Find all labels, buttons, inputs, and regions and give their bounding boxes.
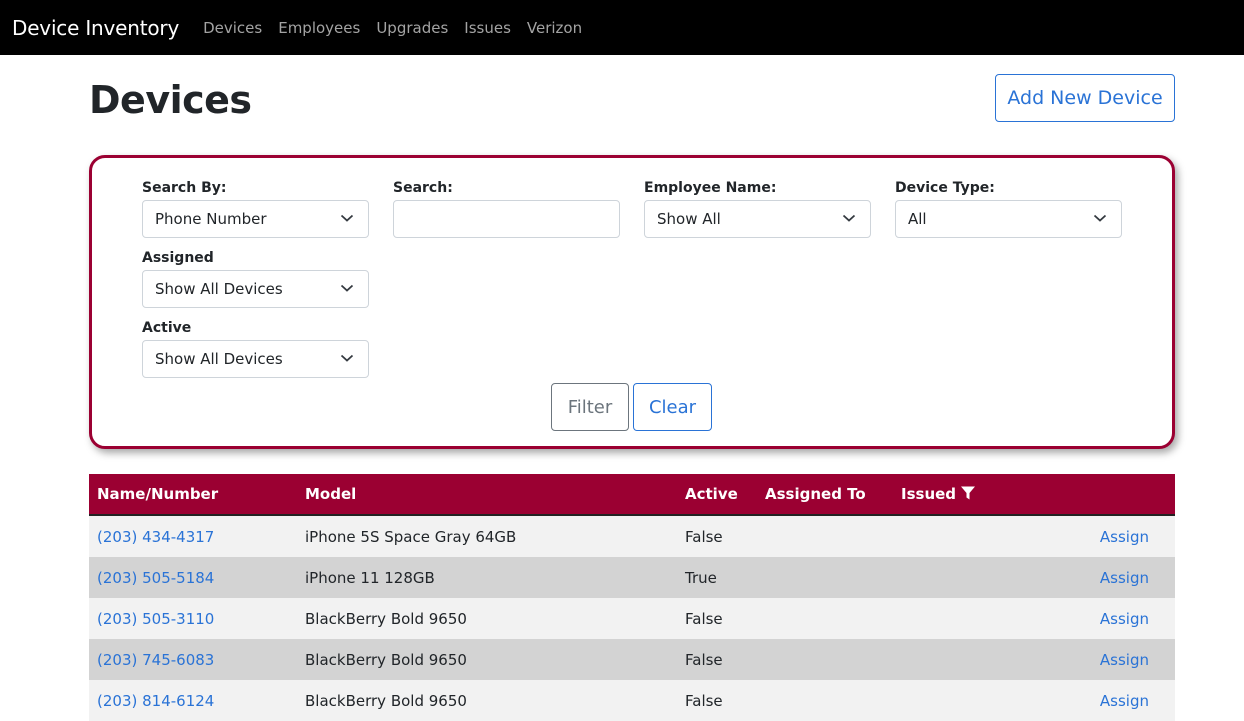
assign-link[interactable]: Assign xyxy=(1100,610,1149,628)
filter-button[interactable]: Filter xyxy=(551,383,629,431)
table-row: (203) 505-3110 BlackBerry Bold 9650 Fals… xyxy=(89,598,1175,639)
chevron-down-icon xyxy=(842,214,856,222)
search-by-select[interactable]: Phone Number xyxy=(142,200,369,238)
assign-link[interactable]: Assign xyxy=(1100,692,1149,710)
device-active: False xyxy=(685,527,723,546)
add-new-device-button[interactable]: Add New Device xyxy=(995,74,1175,122)
device-type-value: All xyxy=(908,210,927,228)
device-active: True xyxy=(685,568,717,587)
search-label: Search: xyxy=(393,180,453,196)
column-header-active[interactable]: Active xyxy=(685,485,738,503)
search-by-value: Phone Number xyxy=(155,210,267,228)
column-header-issued-label: Issued xyxy=(901,485,957,503)
device-model: BlackBerry Bold 9650 xyxy=(305,650,467,669)
search-by-group: Search By: Phone Number xyxy=(142,178,369,238)
search-by-label: Search By: xyxy=(142,180,227,196)
device-type-label: Device Type: xyxy=(895,180,995,196)
search-input[interactable] xyxy=(393,200,620,238)
employee-name-value: Show All xyxy=(657,210,721,228)
assign-link[interactable]: Assign xyxy=(1100,651,1149,669)
assign-link[interactable]: Assign xyxy=(1100,569,1149,587)
device-active: False xyxy=(685,650,723,669)
devices-table: Name/Number Model Active Assigned To Iss… xyxy=(89,474,1175,721)
nav-link-upgrades[interactable]: Upgrades xyxy=(376,19,448,37)
page-header: Devices Add New Device xyxy=(89,74,1175,124)
device-model: iPhone 5S Space Gray 64GB xyxy=(305,527,517,546)
nav-link-employees[interactable]: Employees xyxy=(278,19,360,37)
nav-link-devices[interactable]: Devices xyxy=(203,19,262,37)
device-number-link[interactable]: (203) 745-6083 xyxy=(97,651,214,669)
device-type-select[interactable]: All xyxy=(895,200,1122,238)
clear-button[interactable]: Clear xyxy=(633,383,712,431)
device-active: False xyxy=(685,691,723,710)
column-header-model[interactable]: Model xyxy=(305,485,356,503)
chevron-down-icon xyxy=(340,354,354,362)
brand-title[interactable]: Device Inventory xyxy=(12,16,179,40)
device-number-link[interactable]: (203) 505-3110 xyxy=(97,610,214,628)
assigned-value: Show All Devices xyxy=(155,280,283,298)
table-row: (203) 814-6124 BlackBerry Bold 9650 Fals… xyxy=(89,680,1175,721)
table-header: Name/Number Model Active Assigned To Iss… xyxy=(89,474,1175,516)
active-select[interactable]: Show All Devices xyxy=(142,340,369,378)
device-active: False xyxy=(685,609,723,628)
employee-name-select[interactable]: Show All xyxy=(644,200,871,238)
filter-icon[interactable] xyxy=(960,485,976,501)
search-group: Search: xyxy=(393,178,620,238)
chevron-down-icon xyxy=(1093,214,1107,222)
device-model: iPhone 11 128GB xyxy=(305,568,435,587)
active-group: Active Show All Devices xyxy=(142,318,369,378)
filter-panel: Search By: Phone Number Search: Employee… xyxy=(89,155,1175,449)
employee-name-group: Employee Name: Show All xyxy=(644,178,871,238)
chevron-down-icon xyxy=(340,214,354,222)
device-number-link[interactable]: (203) 434-4317 xyxy=(97,528,214,546)
device-model: BlackBerry Bold 9650 xyxy=(305,609,467,628)
column-header-issued[interactable]: Issued xyxy=(901,485,976,503)
assigned-label: Assigned xyxy=(142,250,214,266)
device-number-link[interactable]: (203) 814-6124 xyxy=(97,692,214,710)
top-navbar: Device Inventory Devices Employees Upgra… xyxy=(0,0,1244,55)
filter-actions: Filter Clear xyxy=(551,383,712,431)
table-row: (203) 745-6083 BlackBerry Bold 9650 Fals… xyxy=(89,639,1175,680)
nav-link-issues[interactable]: Issues xyxy=(464,19,511,37)
chevron-down-icon xyxy=(340,284,354,292)
table-row: (203) 505-5184 iPhone 11 128GB True Assi… xyxy=(89,557,1175,598)
active-value: Show All Devices xyxy=(155,350,283,368)
device-number-link[interactable]: (203) 505-5184 xyxy=(97,569,214,587)
column-header-assigned-to[interactable]: Assigned To xyxy=(765,485,866,503)
column-header-name-number[interactable]: Name/Number xyxy=(97,485,218,503)
assigned-group: Assigned Show All Devices xyxy=(142,248,369,308)
employee-name-label: Employee Name: xyxy=(644,180,777,196)
active-label: Active xyxy=(142,320,192,336)
device-type-group: Device Type: All xyxy=(895,178,1122,238)
device-model: BlackBerry Bold 9650 xyxy=(305,691,467,710)
assigned-select[interactable]: Show All Devices xyxy=(142,270,369,308)
page-title: Devices xyxy=(89,78,252,122)
assign-link[interactable]: Assign xyxy=(1100,528,1149,546)
nav-link-verizon[interactable]: Verizon xyxy=(527,19,582,37)
table-row: (203) 434-4317 iPhone 5S Space Gray 64GB… xyxy=(89,516,1175,557)
